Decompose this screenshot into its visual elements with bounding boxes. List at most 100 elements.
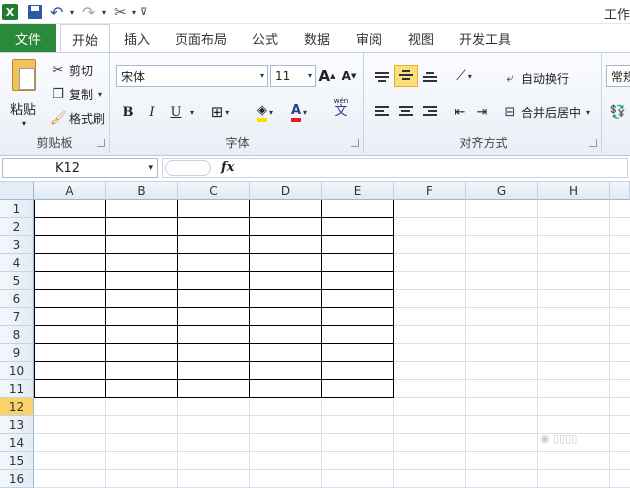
number-format-select[interactable]: 常规 <box>606 65 630 87</box>
row-header-14[interactable]: 14 <box>0 434 34 452</box>
insert-function-icon[interactable]: fx <box>221 160 234 175</box>
undo-icon[interactable]: ↶ <box>50 3 63 22</box>
table-border-horizontal <box>34 271 394 272</box>
column-header-b[interactable]: B <box>106 182 178 200</box>
borders-button[interactable]: ⊞ ▾ <box>206 101 234 123</box>
tools-dropdown-icon[interactable]: ▾ <box>132 3 136 21</box>
column-header-d[interactable]: D <box>250 182 322 200</box>
align-right-button[interactable] <box>420 101 440 123</box>
tab-view[interactable]: 视图 <box>400 24 442 52</box>
tab-review[interactable]: 审阅 <box>348 24 390 52</box>
row-header-1[interactable]: 1 <box>0 200 34 218</box>
column-header-e[interactable]: E <box>322 182 394 200</box>
save-icon[interactable] <box>28 5 42 19</box>
name-box[interactable]: K12 ▾ <box>2 158 158 178</box>
row-header-10[interactable]: 10 <box>0 362 34 380</box>
row-header-13[interactable]: 13 <box>0 416 34 434</box>
worksheet-grid[interactable]: ABCDEFGH 1 2 3 4 5 6 7 8 9 10 11 12 13 14 15 16 <box>0 182 630 488</box>
italic-button[interactable]: I <box>142 101 162 123</box>
chevron-down-icon[interactable]: ▾ <box>148 163 153 173</box>
font-name-select[interactable]: 宋体 ▾ <box>116 65 268 87</box>
watermark-logo: ◉ ▯▯▯▯ <box>540 432 578 445</box>
clipboard-launcher-icon[interactable] <box>97 139 105 147</box>
format-painter-label: 格式刷 <box>69 111 106 126</box>
title-bar: X ↶ ▾ ↷ ▾ ✂ ▾ ⊽ 工作 <box>0 0 630 24</box>
font-size-select[interactable]: 11 ▾ <box>270 65 316 87</box>
select-all-corner[interactable] <box>0 182 34 200</box>
font-color-button[interactable]: A ▾ <box>284 101 314 123</box>
qat-customize-icon[interactable]: ⊽ <box>140 3 147 21</box>
tab-insert[interactable]: 插入 <box>114 24 160 52</box>
table-border-horizontal <box>34 235 394 236</box>
font-launcher-icon[interactable] <box>351 139 359 147</box>
increase-indent-button[interactable]: ⇥ <box>472 101 492 123</box>
redo-dropdown-icon[interactable]: ▾ <box>102 3 106 21</box>
decrease-indent-button[interactable]: ⇤ <box>450 101 470 123</box>
undo-dropdown-icon[interactable]: ▾ <box>70 3 74 21</box>
align-middle-icon <box>399 70 413 82</box>
tab-page-layout[interactable]: 页面布局 <box>170 24 232 52</box>
column-header-c[interactable]: C <box>178 182 250 200</box>
column-header-g[interactable]: G <box>466 182 538 200</box>
cut-button[interactable]: ✂ 剪切 <box>50 61 93 79</box>
table-border-horizontal <box>34 379 394 380</box>
alignment-launcher-icon[interactable] <box>589 139 597 147</box>
row-header-15[interactable]: 15 <box>0 452 34 470</box>
table-border-vertical <box>177 200 178 398</box>
row-header-6[interactable]: 6 <box>0 290 34 308</box>
wrap-text-button[interactable]: ⤶ 自动换行 <box>502 69 569 87</box>
paste-dropdown-icon[interactable]: ▾ <box>22 119 26 128</box>
shrink-font-button[interactable]: A ▼ <box>340 65 358 87</box>
table-border-horizontal <box>34 307 394 308</box>
merge-center-button[interactable]: ⊟ 合并后居中 ▾ <box>502 103 590 121</box>
row-header-8[interactable]: 8 <box>0 326 34 344</box>
row-header-11[interactable]: 11 <box>0 380 34 398</box>
row-header-4[interactable]: 4 <box>0 254 34 272</box>
currency-format-icon[interactable]: 💱 <box>608 101 628 123</box>
underline-button[interactable]: U <box>166 101 186 123</box>
tab-developer[interactable]: 开发工具 <box>454 24 516 52</box>
table-border-vertical <box>34 200 35 398</box>
row-header-5[interactable]: 5 <box>0 272 34 290</box>
merge-cells-icon: ⊟ <box>504 104 516 120</box>
tab-formulas[interactable]: 公式 <box>244 24 286 52</box>
row-header-16[interactable]: 16 <box>0 470 34 488</box>
orientation-button[interactable]: ⟋ ▾ <box>450 65 478 87</box>
column-header-partial[interactable] <box>610 182 630 200</box>
underline-dropdown-icon[interactable]: ▾ <box>186 101 196 123</box>
fill-color-button[interactable]: ◈ ▾ <box>250 101 280 123</box>
row-header-2[interactable]: 2 <box>0 218 34 236</box>
copy-button[interactable]: ❐ 复制 ▾ <box>50 85 102 103</box>
tab-data[interactable]: 数据 <box>296 24 338 52</box>
column-header-f[interactable]: F <box>394 182 466 200</box>
align-middle-button[interactable] <box>394 65 418 87</box>
grow-font-button[interactable]: A ▲ <box>318 65 336 87</box>
align-top-icon <box>375 72 389 84</box>
column-header-a[interactable]: A <box>34 182 106 200</box>
bold-button[interactable]: B <box>118 101 138 123</box>
phonetic-guide-button[interactable]: wén 文 <box>324 97 358 119</box>
paste-button[interactable]: 粘贴 ▾ <box>8 59 42 139</box>
row-header-3[interactable]: 3 <box>0 236 34 254</box>
row-header-7[interactable]: 7 <box>0 308 34 326</box>
formula-input[interactable]: fx <box>162 158 628 178</box>
align-bottom-button[interactable] <box>420 67 440 89</box>
column-header-h[interactable]: H <box>538 182 610 200</box>
merge-dropdown-icon[interactable]: ▾ <box>586 108 590 117</box>
align-top-button[interactable] <box>372 67 392 89</box>
align-center-button[interactable] <box>396 101 416 123</box>
tab-home[interactable]: 开始 <box>60 24 110 53</box>
tab-file[interactable]: 文件 <box>0 24 56 52</box>
format-painter-button[interactable]: 🖌 格式刷 <box>50 109 105 127</box>
row-header-12[interactable]: 12 <box>0 398 34 416</box>
formula-expand-handle[interactable] <box>165 160 211 176</box>
tools-icon[interactable]: ✂ <box>114 3 127 21</box>
align-left-button[interactable] <box>372 101 392 123</box>
gridline-horizontal <box>34 451 630 452</box>
excel-logo-icon[interactable]: X <box>2 4 18 20</box>
paint-bucket-icon: ◈ <box>256 103 267 122</box>
number-group: 常规 💱 <box>604 53 630 153</box>
row-header-9[interactable]: 9 <box>0 344 34 362</box>
copy-dropdown-icon[interactable]: ▾ <box>98 90 102 99</box>
redo-icon[interactable]: ↷ <box>82 3 95 22</box>
